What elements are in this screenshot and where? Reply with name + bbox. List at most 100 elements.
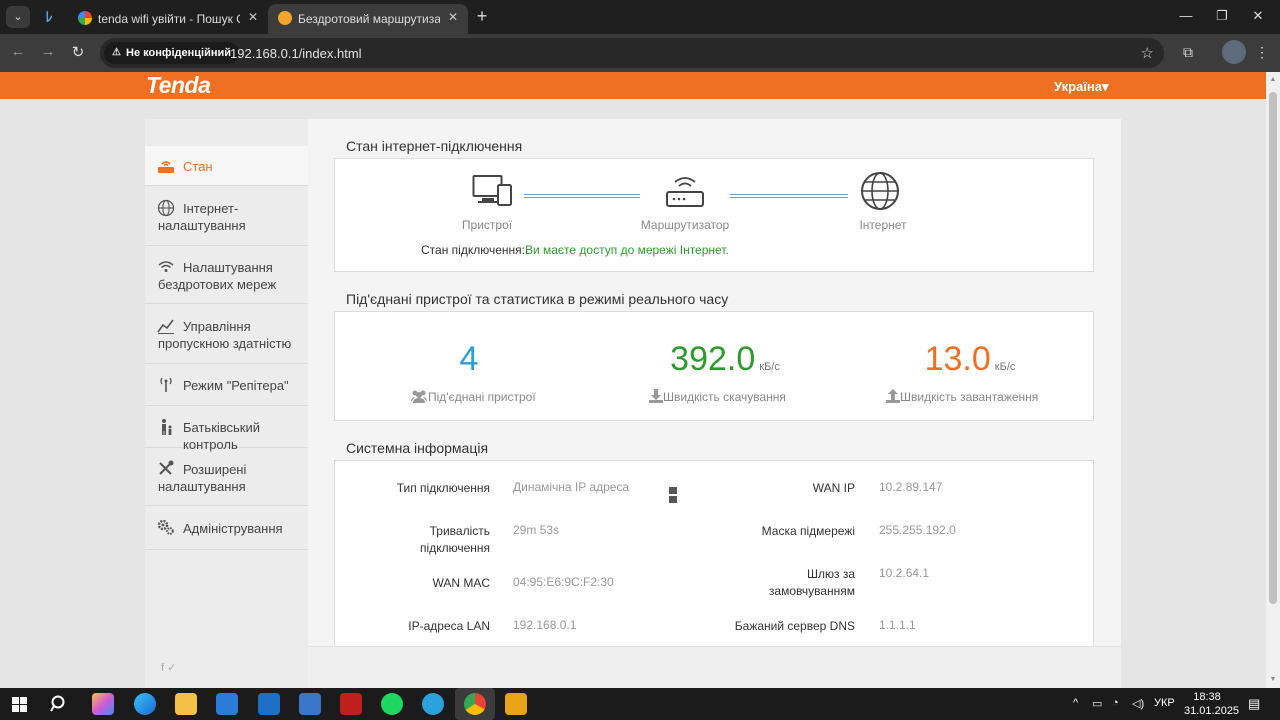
clock-time: 18:38 [1193,691,1221,703]
sidebar-item-parental[interactable]: Батьківський контроль [145,406,308,452]
window-close-icon[interactable]: ✕ [1248,8,1268,24]
connected-devices-label: Під'єднані пристрої [428,390,536,404]
info-label-dns: Бажаний сервер DNS [734,619,855,633]
browser-tabbar: ⌄ ﾚ tenda wifi увійти - Пошук Goo ✕ Безд… [0,0,1280,34]
download-icon [649,389,663,403]
info-value-wan-ip: 10.2.89.147 [879,480,943,494]
copilot-icon[interactable] [92,693,114,715]
info-value-dns: 1.1.1.1 [879,618,916,632]
game-app-icon[interactable] [340,693,362,715]
sidebar-item-advanced[interactable]: Розширені налаштування [145,448,308,506]
system-info-title: Системна інформація [346,440,489,456]
connected-devices-link[interactable]: Під'єднані пристрої [410,389,536,404]
volume-icon[interactable]: ◁) [1132,697,1144,710]
info-label-gateway: Шлюз за замовчуванням [768,567,855,598]
store-icon[interactable] [216,693,238,715]
browser-toolbar: ← → ↻ ⚠ Не конфіденційний 192.168.0.1/in… [0,34,1280,72]
outlook-icon[interactable] [258,693,280,715]
counter-strike-icon[interactable] [505,693,527,715]
maximize-icon[interactable]: ❐ [1212,8,1232,24]
info-value-subnet-mask: 255.255.192.0 [879,523,956,537]
devices-label: Пристрої [461,218,513,232]
sidebar-item-wireless[interactable]: Налаштування бездротових мереж [145,246,308,304]
search-icon[interactable] [50,695,68,713]
not-secure-chip[interactable]: ⚠ Не конфіденційний [104,42,240,64]
sidebar-item-label: Налаштування бездротових мереж [158,260,277,292]
info-label-wan-ip: WAN IP [812,481,855,495]
forward-icon[interactable]: → [38,43,58,60]
close-icon[interactable]: ✕ [248,10,258,24]
tab-title: tenda wifi увійти - Пошук Goo [98,12,240,26]
file-explorer-icon[interactable] [175,693,197,715]
download-speed-value: 392.0 [670,340,756,378]
info-label-subnet-mask: Маска підмережі [761,524,855,538]
connection-line [730,194,848,198]
scrollbar-thumb[interactable] [1269,92,1277,604]
copy-toggle-icon[interactable] [669,487,677,505]
spotify-icon[interactable] [381,693,403,715]
url-text[interactable]: 192.168.0.1/index.html [230,46,362,61]
sidebar-item-internet[interactable]: Інтернет-налаштування [145,186,308,246]
connection-status: Стан підключення:Ви маєте доступ до мере… [421,243,729,257]
pinned-tab-icon[interactable]: ﾚ [40,8,58,26]
browser-tab-router[interactable]: Бездротовий маршрутизатор ✕ [268,4,468,34]
clock-date: 31.01.2025 [1184,705,1240,717]
info-value-connection-type: Динамічна IP адреса [513,480,630,494]
back-icon[interactable]: ← [8,43,28,60]
scroll-down-icon[interactable]: ▼ [1269,676,1277,683]
menu-dots-icon[interactable]: ⋮ [1252,44,1272,61]
parent-child-icon [162,419,172,435]
download-speed-label: Швидкість скачування [663,390,786,404]
main-content: Стан інтернет-підключення Пристрої Маршр… [308,119,1121,688]
tab-search-button[interactable]: ⌄ [6,6,30,28]
wifi-tray-icon[interactable]: ◔ [1112,697,1119,709]
address-bar[interactable]: ⚠ Не конфіденційний 192.168.0.1/index.ht… [100,38,1164,68]
social-links[interactable]: f ✓ [161,661,176,674]
tenda-favicon-icon [278,11,292,25]
internet-label: Інтернет [859,218,907,232]
tenda-logo: Tenda [146,72,211,98]
sidebar-item-bandwidth[interactable]: Управління пропускною здатністю [145,304,308,364]
edge-icon[interactable] [134,693,156,715]
connected-devices-stat: 4 [419,340,519,379]
realtime-title: Під'єднані пристрої та статистика в режи… [346,291,729,307]
sidebar-item-admin[interactable]: Адміністрування [145,506,308,550]
sidebar-item-status[interactable]: Стан [145,146,308,186]
chrome-icon[interactable] [464,693,486,715]
minimize-icon[interactable]: — [1176,8,1196,23]
language-select[interactable]: Україна▾ [1054,79,1109,95]
notification-icon[interactable]: ▤ [1248,696,1260,712]
sidebar-item-label: Розширені налаштування [158,462,247,494]
page-viewport: Tenda Україна▾ Стан Інтернет-налаштуванн… [0,72,1266,688]
telegram-icon[interactable] [422,693,444,715]
windows-taskbar: ^ ▭ ◔ ◁) УКР 18:38 31.01.2025 ▤ [0,688,1280,720]
sidebar-item-repeater[interactable]: Режим "Репітера" [145,364,308,406]
router-header: Tenda Україна▾ [0,72,1266,99]
upload-speed-stat: 13.0 кБ/с [880,340,1060,379]
remote-desktop-icon[interactable] [299,693,321,715]
router-label: Маршрутизатор [640,218,730,232]
upload-icon [886,389,900,403]
reload-icon[interactable]: ↻ [68,43,88,61]
scroll-up-icon[interactable]: ▲ [1269,76,1277,83]
tab-title: Бездротовий маршрутизатор [298,12,440,26]
not-secure-label: Не конфіденційний [126,47,232,59]
taskbar-clock[interactable]: 18:38 31.01.2025 [1184,690,1240,718]
connected-devices-count: 4 [459,340,479,378]
bookmark-star-icon[interactable]: ☆ [1141,44,1154,62]
info-value-wan-mac: 04:95:E6:9C:F2:30 [513,575,614,589]
tray-chevron-icon[interactable]: ^ [1073,697,1078,709]
info-label-lan-ip: IP-адреса LAN [408,619,490,633]
sidebar-item-label: Адміністрування [183,521,283,536]
close-icon[interactable]: ✕ [448,10,458,24]
extensions-icon[interactable]: ⧉ [1178,44,1198,61]
info-label-wan-mac: WAN MAC [432,576,490,590]
new-tab-button[interactable]: + [472,6,492,26]
windows-start-icon[interactable] [12,697,27,712]
input-language[interactable]: УКР [1154,697,1175,709]
profile-avatar[interactable] [1222,40,1246,64]
browser-tab-google[interactable]: tenda wifi увійти - Пошук Goo ✕ [68,4,268,34]
battery-icon[interactable]: ▭ [1092,697,1102,710]
page-scrollbar[interactable]: ▲ ▼ [1266,72,1280,688]
content-footer [308,646,1121,688]
